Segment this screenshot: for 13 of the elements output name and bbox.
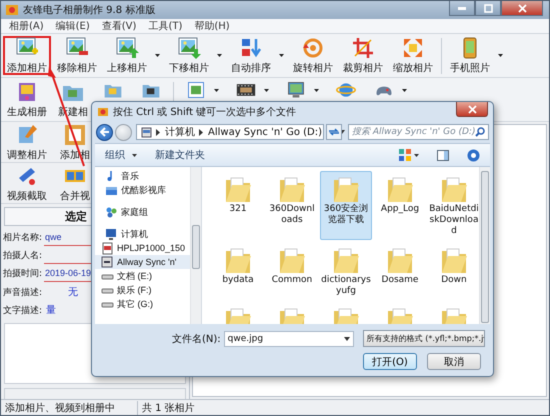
- field-label: 相片名称:: [3, 232, 44, 244]
- field-label: 声音描述:: [3, 286, 44, 298]
- field-value: 无: [67, 286, 78, 299]
- dialog-title: 按住 Ctrl 或 Shift 键可一次选中多个文件: [113, 106, 296, 118]
- field-value: 量: [45, 304, 56, 318]
- window-title: 友锋电子相册制作 9.8 标准版: [23, 4, 156, 17]
- panel-title: 选定: [65, 209, 87, 224]
- status-text: 添加相片、视频到相册中: [1, 400, 138, 414]
- field-label: 文件名(N):: [172, 332, 221, 346]
- field-label: 文字描述:: [3, 304, 44, 317]
- field-label: 拍摄时间:: [3, 268, 44, 280]
- status-text: 共 1 张相片: [141, 402, 196, 414]
- field-label: 拍摄人名:: [3, 250, 44, 262]
